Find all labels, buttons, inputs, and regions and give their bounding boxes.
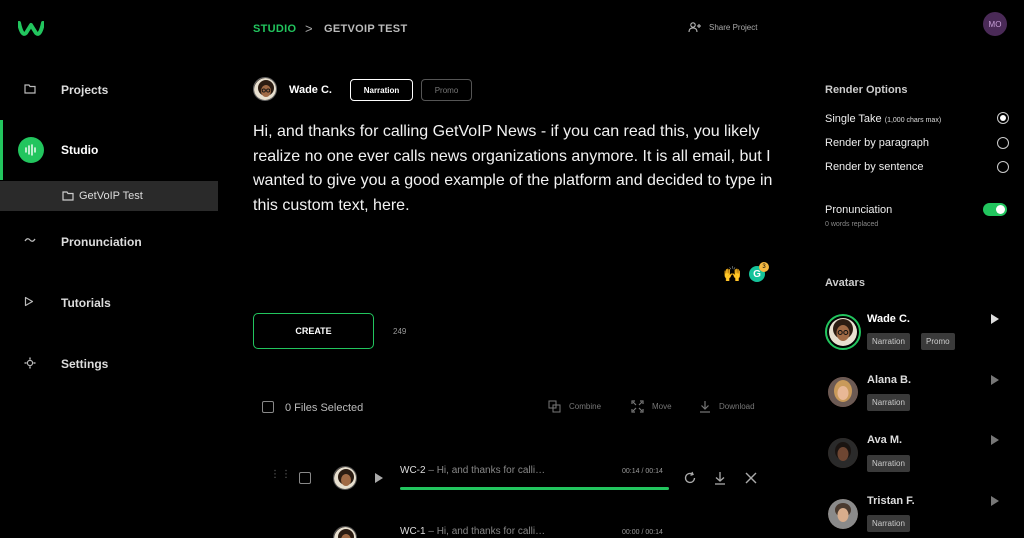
voice-avatar bbox=[253, 77, 277, 101]
pronunciation-label: Pronunciation bbox=[825, 204, 893, 216]
take-id: WC-1 bbox=[400, 526, 426, 537]
sidebar-item-label: Pronunciation bbox=[61, 235, 142, 249]
take-avatar bbox=[333, 526, 357, 538]
avatar-tag[interactable]: Narration bbox=[867, 515, 910, 532]
take-title: WC-1 – Hi, and thanks for calli… bbox=[400, 526, 546, 537]
character-count: 249 bbox=[393, 327, 407, 336]
combine-button[interactable]: Combine bbox=[548, 400, 601, 413]
take-progress-track[interactable] bbox=[400, 487, 669, 490]
breadcrumb-project: GETVOIP TEST bbox=[324, 23, 408, 35]
voice-name: Wade C. bbox=[289, 84, 332, 96]
raised-hands-icon[interactable]: 🙌 bbox=[723, 265, 742, 283]
render-options-heading: Render Options bbox=[825, 84, 908, 96]
combine-icon bbox=[548, 400, 561, 413]
select-all-checkbox[interactable] bbox=[262, 401, 274, 413]
gear-icon bbox=[24, 357, 38, 371]
refresh-icon[interactable] bbox=[683, 471, 697, 485]
avatar-tag[interactable]: Narration bbox=[867, 333, 910, 350]
avatar-name: Ava M. bbox=[867, 434, 903, 446]
take-text: Hi, and thanks for calli… bbox=[436, 526, 546, 537]
play-icon[interactable] bbox=[991, 375, 999, 385]
download-button[interactable]: Download bbox=[699, 400, 755, 413]
add-user-icon bbox=[688, 22, 701, 33]
option-note: (1,000 chars max) bbox=[884, 117, 942, 124]
sidebar-item-label: Tutorials bbox=[61, 296, 111, 310]
avatar-name: Wade C. bbox=[867, 313, 910, 325]
sidebar-item-label: Projects bbox=[61, 83, 109, 97]
play-icon[interactable] bbox=[374, 472, 384, 484]
user-avatar[interactable]: MO bbox=[983, 12, 1007, 36]
radio-render-by-sentence[interactable] bbox=[997, 161, 1009, 173]
play-icon[interactable] bbox=[991, 496, 999, 506]
pronunciation-toggle[interactable] bbox=[983, 203, 1007, 216]
radio-render-by-paragraph[interactable] bbox=[997, 137, 1009, 149]
script-editor[interactable]: Hi, and thanks for calling GetVoIP News … bbox=[253, 120, 773, 218]
create-button[interactable]: CREATE bbox=[253, 313, 374, 349]
sidebar-item-studio[interactable]: Studio bbox=[0, 130, 218, 170]
sidebar-subitem-getvoip-test[interactable]: GetVoIP Test bbox=[0, 181, 218, 211]
sidebar-item-label: Settings bbox=[61, 357, 109, 371]
sidebar-item-label: Studio bbox=[61, 143, 99, 157]
sidebar-subitem-label: GetVoIP Test bbox=[79, 190, 143, 202]
sidebar-item-settings[interactable]: Settings bbox=[0, 344, 218, 384]
avatar-tag[interactable]: Promo bbox=[921, 333, 955, 350]
radio-single-take[interactable] bbox=[997, 112, 1009, 124]
style-narration-button[interactable]: Narration bbox=[350, 79, 413, 101]
style-promo-button[interactable]: Promo bbox=[421, 79, 472, 101]
take-time: 00:14 / 00:14 bbox=[622, 468, 663, 475]
files-selected-label: 0 Files Selected bbox=[285, 402, 364, 414]
option-render-by-paragraph[interactable]: Render by paragraph bbox=[825, 137, 929, 149]
play-icon[interactable] bbox=[991, 314, 999, 324]
grammarly-badge: 3 bbox=[759, 262, 769, 272]
move-label: Move bbox=[652, 402, 672, 411]
breadcrumb-separator: > bbox=[305, 21, 313, 36]
avatar-tristan[interactable] bbox=[828, 499, 858, 529]
play-outline-icon bbox=[24, 296, 38, 310]
move-button[interactable]: Move bbox=[631, 400, 672, 413]
sidebar-item-pronunciation[interactable]: Pronunciation bbox=[0, 222, 218, 262]
download-icon[interactable] bbox=[713, 471, 727, 485]
take-title: WC-2 – Hi, and thanks for calli… bbox=[400, 465, 546, 476]
close-icon[interactable] bbox=[744, 471, 758, 485]
avatar-tag[interactable]: Narration bbox=[867, 394, 910, 411]
play-icon[interactable] bbox=[991, 435, 999, 445]
share-project-label: Share Project bbox=[709, 23, 758, 32]
drag-handle-icon[interactable]: ⋮⋮ bbox=[270, 470, 291, 484]
download-icon bbox=[699, 400, 711, 413]
option-label: Render by paragraph bbox=[825, 137, 929, 149]
take-avatar bbox=[333, 466, 357, 490]
avatar-alana[interactable] bbox=[828, 377, 858, 407]
folder-icon bbox=[62, 190, 74, 201]
avatar-name: Alana B. bbox=[867, 374, 912, 386]
take-text: Hi, and thanks for calli… bbox=[436, 465, 546, 476]
avatar-ava[interactable] bbox=[828, 438, 858, 468]
take-progress-fill bbox=[400, 487, 669, 490]
take-checkbox[interactable] bbox=[299, 472, 311, 484]
option-label: Single Take bbox=[825, 113, 882, 125]
avatar-name: Tristan F. bbox=[867, 495, 915, 507]
pronunciation-subtext: 0 words replaced bbox=[825, 221, 879, 228]
sidebar-item-tutorials[interactable]: Tutorials bbox=[0, 283, 218, 323]
take-time: 00:00 / 00:14 bbox=[622, 529, 663, 536]
folder-icon bbox=[24, 83, 38, 97]
option-single-take[interactable]: Single Take (1,000 chars max) bbox=[825, 113, 941, 125]
option-label: Render by sentence bbox=[825, 161, 924, 173]
avatar-wade[interactable] bbox=[825, 314, 861, 350]
share-project-button[interactable]: Share Project bbox=[688, 22, 757, 33]
download-label: Download bbox=[719, 402, 755, 411]
avatar-tag[interactable]: Narration bbox=[867, 455, 910, 472]
combine-label: Combine bbox=[569, 402, 602, 411]
option-render-by-sentence[interactable]: Render by sentence bbox=[825, 161, 923, 173]
wellsaid-logo[interactable] bbox=[18, 20, 44, 38]
move-icon bbox=[631, 400, 644, 413]
tilde-icon bbox=[24, 235, 38, 249]
sidebar-item-projects[interactable]: Projects bbox=[0, 70, 218, 110]
breadcrumb-studio[interactable]: STUDIO bbox=[253, 23, 296, 35]
avatars-heading: Avatars bbox=[825, 277, 865, 289]
take-id: WC-2 bbox=[400, 465, 426, 476]
